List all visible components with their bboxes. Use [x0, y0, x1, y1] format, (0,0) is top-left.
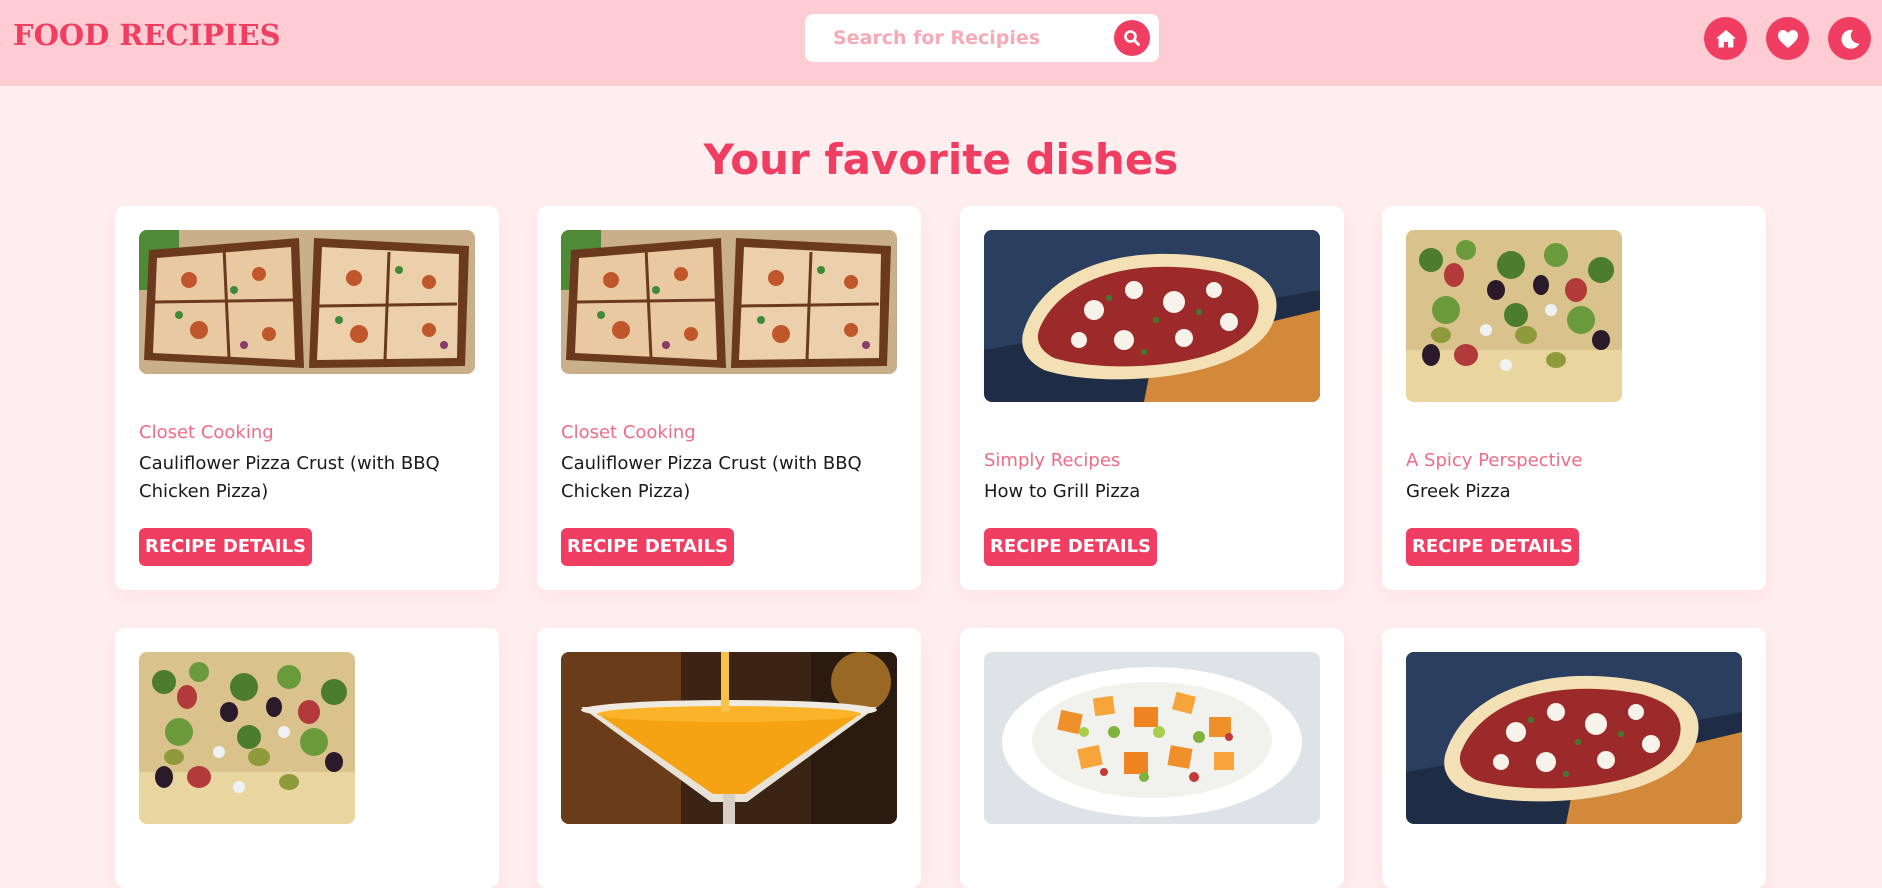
recipe-details-button[interactable]: RECIPE DETAILS [1406, 528, 1579, 566]
recipe-card: Simply Recipes How to Grill Pizza RECIPE… [960, 206, 1344, 590]
home-button[interactable] [1704, 17, 1747, 60]
recipe-image-grilled-pizza[interactable] [1406, 652, 1742, 824]
favorites-button[interactable] [1766, 17, 1809, 60]
recipe-details-button[interactable]: RECIPE DETAILS [139, 528, 312, 566]
recipe-image-greek-pizza[interactable] [1406, 230, 1622, 402]
recipe-image-greek-pizza[interactable] [139, 652, 355, 824]
recipe-card: Closet Cooking Cauliflower Pizza Crust (… [537, 206, 921, 590]
recipe-image-mango-cocktail[interactable] [561, 652, 897, 824]
app-logo[interactable]: FOOD RECIPIES [13, 18, 281, 52]
recipe-image-mango-salsa[interactable] [984, 652, 1320, 824]
recipe-publisher: Closet Cooking [139, 422, 274, 443]
recipe-card: A Spicy Perspective Greek Pizza RECIPE D… [1382, 206, 1766, 590]
home-icon [1715, 29, 1737, 49]
recipe-publisher: A Spicy Perspective [1406, 450, 1583, 471]
heart-icon [1777, 29, 1799, 49]
recipe-title: Greek Pizza [1406, 481, 1511, 502]
page-title: Your favorite dishes [703, 135, 1179, 184]
recipe-card: Closet Cooking Cauliflower Pizza Crust (… [115, 206, 499, 590]
recipe-card [960, 628, 1344, 888]
recipe-card [115, 628, 499, 888]
recipe-title: Cauliflower Pizza Crust (with BBQ Chicke… [139, 453, 440, 502]
recipe-image-bbq-chicken-pizza[interactable] [561, 230, 897, 374]
search-button[interactable] [1114, 20, 1150, 56]
moon-icon [1839, 28, 1861, 50]
search-bar [805, 14, 1159, 62]
recipe-details-button[interactable]: RECIPE DETAILS [561, 528, 734, 566]
search-icon [1123, 29, 1141, 47]
recipe-publisher: Simply Recipes [984, 450, 1121, 471]
search-input[interactable] [833, 24, 1093, 52]
recipe-details-button[interactable]: RECIPE DETAILS [984, 528, 1157, 566]
recipe-publisher: Closet Cooking [561, 422, 696, 443]
recipe-card [1382, 628, 1766, 888]
top-navbar: FOOD RECIPIES [0, 0, 1882, 86]
recipe-image-bbq-chicken-pizza[interactable] [139, 230, 475, 374]
recipe-title: Cauliflower Pizza Crust (with BBQ Chicke… [561, 453, 862, 502]
recipe-card [537, 628, 921, 888]
dark-mode-toggle[interactable] [1828, 17, 1871, 60]
recipe-image-grilled-pizza[interactable] [984, 230, 1320, 402]
recipe-title: How to Grill Pizza [984, 481, 1141, 502]
